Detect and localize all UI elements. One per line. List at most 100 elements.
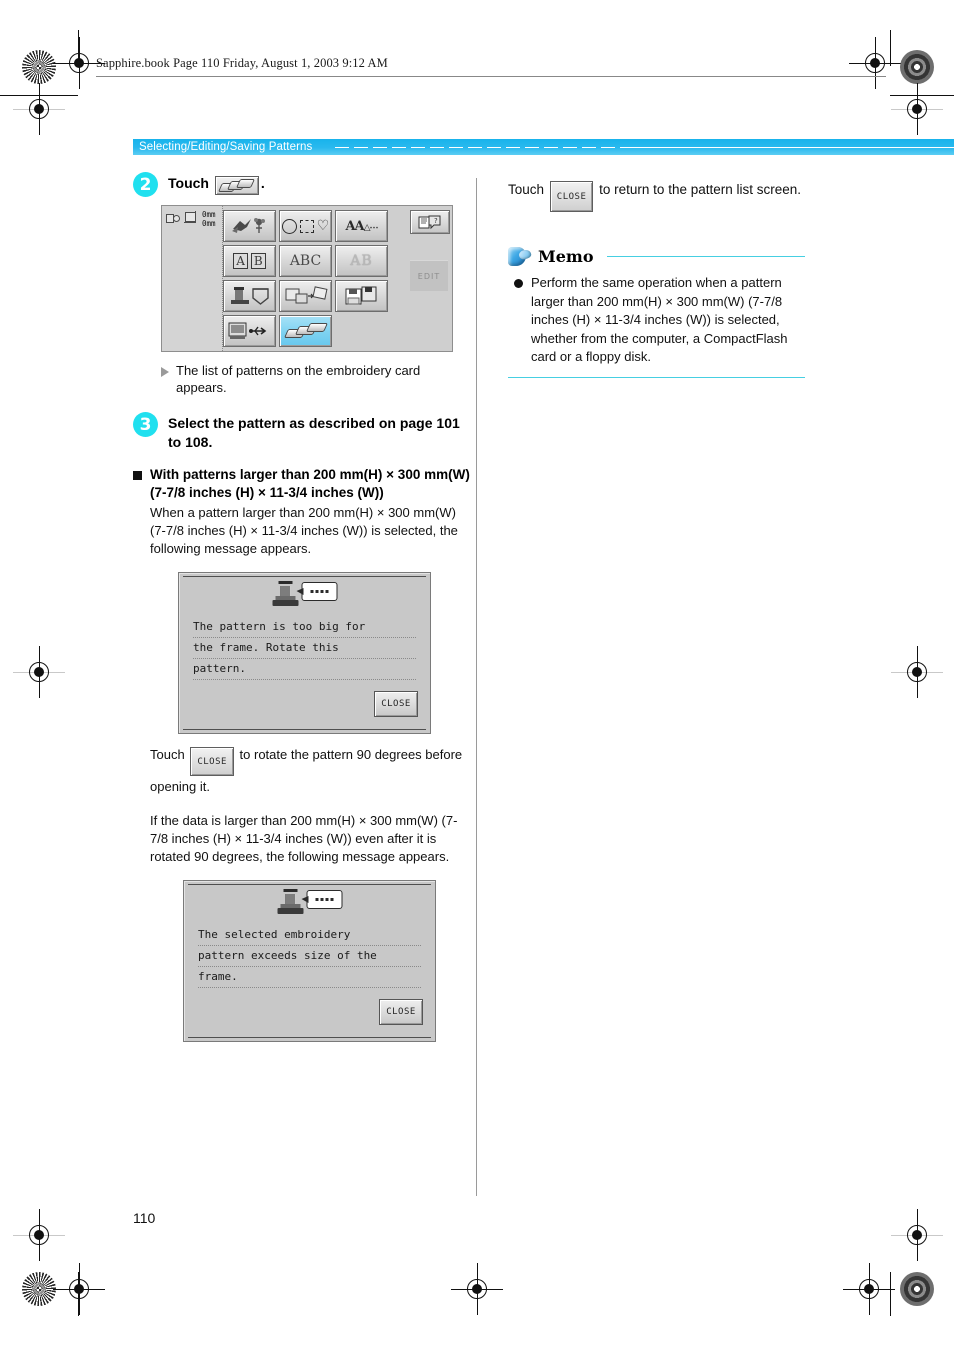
registration-halftone-bottom-left (22, 1272, 56, 1306)
sewing-machine-icon (272, 581, 298, 607)
machine-screen-sidebar: 0mm 0mm (162, 206, 223, 351)
registration-halftone-bottom-right (900, 1272, 934, 1306)
registration-mark-right-middle (891, 646, 943, 698)
dialog2-close-button[interactable]: CLOSE (379, 999, 423, 1025)
subsection-heading-line2: (7-7/8 inches (H) × 11-3/4 inches (W)) (150, 485, 384, 500)
trim-line-left-vertical-bottom (78, 1272, 79, 1316)
manual-help-icon: ? (418, 215, 441, 229)
step-2-text: Touch . (168, 172, 473, 195)
machine-button-memory-patterns[interactable] (335, 280, 388, 312)
step-3: 3 Select the pattern as described on pag… (133, 412, 473, 452)
registration-mark-left-lower (13, 1209, 65, 1261)
machine-button-embroidery-card[interactable] (279, 315, 332, 347)
machine-button-help[interactable]: ? (410, 210, 450, 234)
memo-title: Memo (538, 247, 594, 266)
after-dialog1-paragraph: Touch CLOSE to rotate the pattern 90 deg… (150, 744, 473, 798)
machine-button-character-patterns[interactable]: AA△⋯ (335, 210, 388, 242)
registration-mark-right-lower (891, 1209, 943, 1261)
step-2-suffix: . (260, 175, 265, 191)
dialog1-line-3: pattern. (193, 661, 416, 680)
section-dashed-rule (335, 146, 622, 149)
subsection-heading-line1: With patterns larger than 200 mm(H) × 30… (150, 467, 470, 482)
right-touch-prefix: Touch (508, 182, 545, 197)
machine-button-embroidery-patterns[interactable] (223, 210, 276, 242)
after-dialog1-prefix: Touch (150, 747, 185, 762)
machine-button-card-patterns[interactable] (279, 280, 332, 312)
dialog1-message: The pattern is too big for the frame. Ro… (193, 619, 416, 682)
machine-button-empty-slot (335, 315, 388, 345)
dialog2-top-rule (188, 884, 431, 885)
registration-mark-bottom-left (53, 1263, 105, 1315)
right-touch-line: Touch CLOSE to return to the pattern lis… (508, 178, 848, 212)
trim-line-left-vertical (78, 30, 79, 66)
left-column: 2 Touch . 0mm 0mm ♡ AA△⋯ A B ABC AB ? ED… (133, 172, 473, 1042)
machine-tab-edit[interactable]: EDIT (410, 260, 448, 291)
book-file-header: Sapphire.book Page 110 Friday, August 1,… (96, 56, 388, 70)
dialog2-line-2: pattern exceeds size of the (198, 948, 421, 967)
speech-bubble-icon (296, 582, 337, 601)
machine-button-utility-patterns[interactable] (223, 280, 276, 312)
registration-mark-bottom-center (451, 1263, 503, 1315)
memo-box: Memo Perform the same operation when a p… (508, 246, 805, 379)
registration-mark-bottom-right (843, 1263, 895, 1315)
machine-screen-status-icons (166, 211, 199, 225)
machine-button-frame-patterns[interactable]: ♡ (279, 210, 332, 242)
memo-body: Perform the same operation when a patter… (508, 274, 805, 367)
embroidery-card-icon[interactable] (214, 176, 259, 195)
right-touch-suffix: to return to the pattern list screen. (599, 182, 802, 197)
step-2-prefix: Touch (168, 175, 209, 191)
circle-square-heart-icon: ♡ (281, 218, 329, 234)
card-transfer-icon (285, 286, 328, 304)
dialog2-message: The selected embroidery pattern exceeds … (198, 927, 421, 990)
ABC-icon: ABC (289, 253, 322, 269)
right-column: Touch CLOSE to return to the pattern lis… (508, 178, 848, 379)
step-2: 2 Touch . (133, 172, 473, 197)
machine-button-outline-alphabet[interactable]: AB (335, 245, 388, 277)
dimension-height: 0mm (202, 210, 216, 219)
registration-mark-right-upper (891, 83, 943, 135)
machine-button-floral-alphabet[interactable]: ABC (279, 245, 332, 277)
square-bullet-icon (133, 471, 142, 480)
dialog1-line-2: the frame. Rotate this (193, 640, 416, 659)
step-2-badge: 2 (133, 172, 158, 197)
step-3-badge: 3 (133, 412, 158, 437)
outline-AB-icon: AB (350, 253, 373, 269)
birds-flowers-icon (231, 218, 265, 233)
dialog-pattern-exceeds-frame: The selected embroidery pattern exceeds … (183, 880, 436, 1042)
dialog1-close-button[interactable]: CLOSE (374, 691, 418, 717)
card-stack-glyph-selected (283, 323, 328, 339)
dialog2-line-1: The selected embroidery (198, 927, 421, 946)
AAA-icon: AA△⋯ (345, 218, 378, 234)
section-title: Selecting/Editing/Saving Patterns (139, 141, 313, 153)
dialog1-line-1: The pattern is too big for (193, 619, 416, 638)
registration-halftone-top-left (22, 50, 56, 84)
memo-nib-icon (508, 246, 533, 267)
column-divider (476, 178, 477, 1196)
svg-text:?: ? (434, 217, 438, 225)
machine-screen-mock: 0mm 0mm ♡ AA△⋯ A B ABC AB ? EDIT (161, 205, 453, 352)
registration-mark-top-right (849, 37, 901, 89)
memo-bullet-icon (514, 279, 523, 288)
machine-button-computer-usb[interactable] (223, 315, 276, 347)
memo-bottom-rule (508, 376, 805, 379)
inline-close-button-2[interactable]: CLOSE (549, 181, 594, 212)
computer-usb-icon (228, 322, 266, 339)
registration-mark-left-middle (13, 646, 65, 698)
registration-mark-top-left (53, 37, 105, 89)
registration-halftone-top-right (900, 50, 934, 84)
subsection-heading-text: With patterns larger than 200 mm(H) × 30… (150, 466, 470, 502)
trim-line-right-vertical (890, 30, 891, 66)
dialog1-icon-group (272, 581, 337, 607)
inline-close-button-1[interactable]: CLOSE (190, 747, 234, 776)
page-number: 110 (133, 1210, 156, 1226)
machine-screen-right-panel: ? EDIT (410, 210, 450, 291)
speech-bubble-icon-2 (301, 890, 342, 909)
machine-pocket-icon (230, 287, 269, 305)
card-stack-glyph (217, 179, 255, 192)
result-note-text: The list of patterns on the embroidery c… (176, 363, 421, 395)
step-3-text: Select the pattern as described on page … (168, 415, 460, 450)
machine-button-decorative-alphabet[interactable]: AB (223, 245, 276, 277)
registration-mark-left-upper (13, 83, 65, 135)
dialog-pattern-too-big: The pattern is too big for the frame. Ro… (178, 572, 431, 734)
subsection-heading: With patterns larger than 200 mm(H) × 30… (133, 466, 473, 502)
